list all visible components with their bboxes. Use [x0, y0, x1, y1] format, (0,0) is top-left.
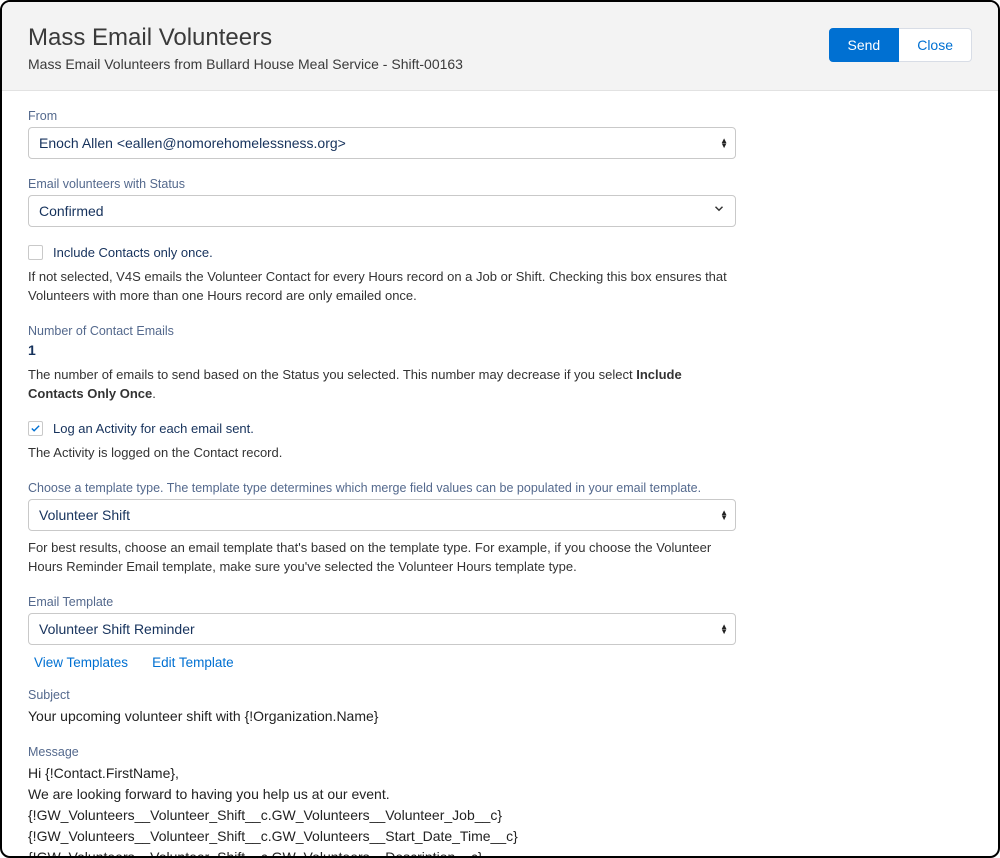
contact-count-help-c: . [152, 386, 156, 401]
message-label: Message [28, 745, 736, 759]
status-value: Confirmed [28, 195, 736, 227]
subject-label: Subject [28, 688, 736, 702]
edit-template-link[interactable]: Edit Template [152, 655, 234, 670]
header-button-group: Send Close [829, 28, 973, 62]
template-links: View Templates Edit Template [28, 655, 736, 670]
message-line: {!GW_Volunteers__Volunteer_Shift__c.GW_V… [28, 847, 736, 858]
from-label: From [28, 109, 736, 123]
message-line: We are looking forward to having you hel… [28, 784, 736, 805]
template-type-label: Choose a template type. The template typ… [28, 481, 736, 495]
from-select[interactable]: Enoch Allen <eallen@nomorehomelessness.o… [28, 127, 736, 159]
email-template-value: Volunteer Shift Reminder [28, 613, 736, 645]
template-type-select[interactable]: Volunteer Shift ▲▼ [28, 499, 736, 531]
contact-count-help: The number of emails to send based on th… [28, 366, 736, 404]
page-subtitle: Mass Email Volunteers from Bullard House… [28, 56, 463, 72]
contact-count-help-a: The number of emails to send based on th… [28, 367, 636, 382]
message-body: Hi {!Contact.FirstName}, We are looking … [28, 763, 736, 858]
include-once-help: If not selected, V4S emails the Voluntee… [28, 268, 736, 306]
log-activity-row: Log an Activity for each email sent. [28, 421, 736, 436]
page-title: Mass Email Volunteers [28, 24, 463, 52]
email-template-label: Email Template [28, 595, 736, 609]
view-templates-link[interactable]: View Templates [34, 655, 128, 670]
log-activity-label: Log an Activity for each email sent. [53, 421, 254, 436]
log-activity-help: The Activity is logged on the Contact re… [28, 444, 736, 463]
include-once-label: Include Contacts only once. [53, 245, 213, 260]
message-line: {!GW_Volunteers__Volunteer_Shift__c.GW_V… [28, 805, 736, 826]
email-template-field: Email Template Volunteer Shift Reminder … [28, 595, 736, 670]
message-line: Hi {!Contact.FirstName}, [28, 763, 736, 784]
message-line: {!GW_Volunteers__Volunteer_Shift__c.GW_V… [28, 826, 736, 847]
message-field: Message Hi {!Contact.FirstName}, We are … [28, 745, 736, 858]
email-template-select[interactable]: Volunteer Shift Reminder ▲▼ [28, 613, 736, 645]
status-field: Email volunteers with Status Confirmed [28, 177, 736, 227]
log-activity-checkbox[interactable] [28, 421, 43, 436]
contact-count-label: Number of Contact Emails [28, 324, 736, 338]
form-content: From Enoch Allen <eallen@nomorehomelessn… [2, 91, 762, 858]
subject-value: Your upcoming volunteer shift with {!Org… [28, 706, 736, 727]
from-value: Enoch Allen <eallen@nomorehomelessness.o… [28, 127, 736, 159]
include-once-row: Include Contacts only once. [28, 245, 736, 260]
modal-header: Mass Email Volunteers Mass Email Volunte… [2, 2, 998, 90]
modal-frame: Mass Email Volunteers Mass Email Volunte… [0, 0, 1000, 858]
from-field: From Enoch Allen <eallen@nomorehomelessn… [28, 109, 736, 159]
subject-field: Subject Your upcoming volunteer shift wi… [28, 688, 736, 727]
include-once-checkbox[interactable] [28, 245, 43, 260]
send-button[interactable]: Send [829, 28, 900, 62]
template-type-help: For best results, choose an email templa… [28, 539, 736, 577]
contact-count-value: 1 [28, 342, 736, 358]
close-button[interactable]: Close [899, 28, 972, 62]
template-type-field: Choose a template type. The template typ… [28, 481, 736, 577]
contact-count-field: Number of Contact Emails 1 The number of… [28, 324, 736, 404]
status-select[interactable]: Confirmed [28, 195, 736, 227]
status-label: Email volunteers with Status [28, 177, 736, 191]
template-type-value: Volunteer Shift [28, 499, 736, 531]
